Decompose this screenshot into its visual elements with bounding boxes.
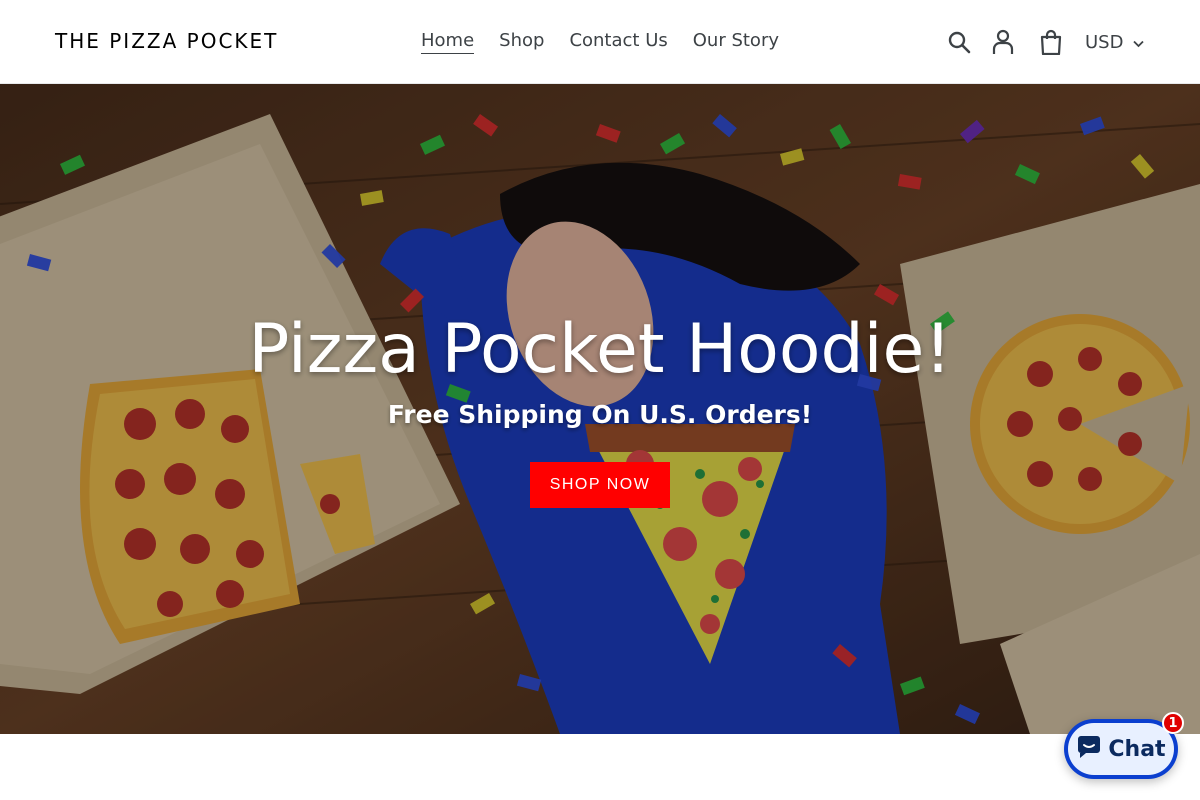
- chat-button[interactable]: Chat: [1064, 719, 1178, 779]
- shop-now-button[interactable]: SHOP NOW: [530, 462, 670, 508]
- chat-notification-badge: 1: [1162, 712, 1184, 734]
- currency-selector[interactable]: USD: [1085, 31, 1145, 53]
- chat-label: Chat: [1108, 736, 1166, 762]
- search-icon[interactable]: [944, 26, 974, 58]
- nav-our-story[interactable]: Our Story: [693, 30, 779, 54]
- chat-button-inner: Chat: [1068, 723, 1174, 775]
- hero-banner: Pizza Pocket Hoodie! Free Shipping On U.…: [0, 84, 1200, 734]
- hero-title: Pizza Pocket Hoodie!: [248, 310, 952, 389]
- site-header: THE PIZZA POCKET Home Shop Contact Us Ou…: [0, 0, 1200, 84]
- hero-subtitle: Free Shipping On U.S. Orders!: [387, 400, 813, 429]
- nav-home[interactable]: Home: [421, 30, 475, 54]
- header-icons: USD: [944, 26, 1145, 58]
- cart-icon[interactable]: [1036, 26, 1066, 58]
- site-logo[interactable]: THE PIZZA POCKET: [55, 29, 278, 53]
- chat-bubble-icon: [1076, 735, 1102, 763]
- nav-contact-us[interactable]: Contact Us: [569, 30, 667, 54]
- nav-shop[interactable]: Shop: [499, 30, 544, 54]
- chevron-down-icon: [1133, 32, 1145, 53]
- user-icon[interactable]: [988, 26, 1018, 58]
- currency-value: USD: [1085, 31, 1124, 53]
